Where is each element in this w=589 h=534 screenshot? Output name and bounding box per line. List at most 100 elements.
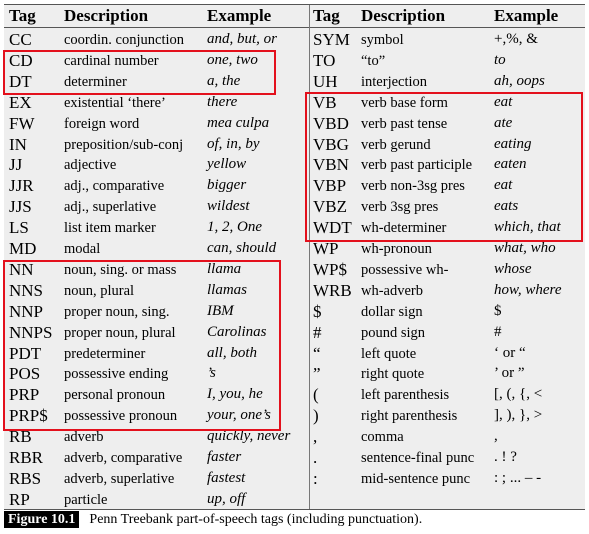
table-row: SYM symbol +,%, & (4, 29, 585, 50)
right-example-cell: ah, oops (494, 72, 545, 89)
table-row: # pound sign # (4, 322, 585, 343)
right-example-cell: $ (494, 302, 502, 319)
table-row: VBP verb non-3sg pres eat (4, 175, 585, 196)
table-row: ) right parenthesis ], ), }, > (4, 405, 585, 426)
right-description-cell: pound sign (361, 324, 426, 341)
right-description-cell: verb past tense (361, 115, 448, 132)
right-example-cell: what, who (494, 240, 556, 256)
table-row: VB verb base form eat (4, 92, 585, 113)
left-description-cell: particle (64, 491, 108, 508)
right-example-cell: eat (494, 93, 513, 110)
right-description-cell: verb gerund (361, 136, 431, 153)
right-description-cell: verb past participle (361, 157, 473, 174)
right-description-cell: comma (361, 429, 404, 446)
right-tag-cell: SYM (313, 30, 350, 49)
table-row: ( left parenthesis [, (, {, < (4, 384, 585, 405)
right-example-cell: which, that (494, 219, 561, 236)
right-tag-cell: $ (313, 301, 322, 321)
right-example-cell: to (494, 51, 506, 68)
table-row: VBZ verb 3sg pres eats (4, 196, 585, 217)
right-description-cell: sentence-final punc (361, 450, 475, 466)
right-tag-cell: VBG (313, 134, 349, 154)
right-tag-cell: . (313, 448, 318, 467)
table-row: VBG verb gerund eating (4, 134, 585, 155)
header-ex-right: Example (494, 6, 559, 25)
right-tag-cell: “ (313, 343, 321, 363)
right-description-cell: right quote (361, 366, 425, 383)
right-description-cell: symbol (361, 32, 404, 48)
right-tag-cell: # (313, 322, 322, 342)
right-example-cell: whose (494, 260, 532, 277)
table-header: Tag Description Example Tag Description … (4, 5, 585, 28)
right-tag-cell: TO (313, 50, 336, 70)
right-tag-cell: ” (313, 364, 321, 384)
right-tag-cell: ( (313, 385, 319, 405)
right-description-cell: mid-sentence punc (361, 470, 471, 487)
table-row: WP wh-pronoun what, who (4, 238, 585, 259)
right-tag-cell: VBN (313, 155, 349, 175)
right-example-cell: , (494, 428, 498, 445)
left-tag-cell: RP (9, 489, 30, 509)
right-tag-cell: WDT (313, 218, 352, 238)
right-description-cell: left quote (361, 345, 417, 362)
table-row: RP particle up, off (4, 489, 585, 510)
right-tag-cell: , (313, 427, 318, 447)
right-tag-cell: VBP (313, 176, 347, 196)
right-description-cell: “to” (361, 52, 386, 69)
right-description-cell: verb base form (361, 94, 448, 111)
table-row: : mid-sentence punc: ; ... – - (4, 468, 585, 489)
right-tag-cell: VBD (313, 113, 349, 133)
right-example-cell: ’ or ” (494, 365, 525, 382)
table-row: WDT wh-determiner which, that (4, 217, 585, 238)
right-description-cell: possessive wh- (361, 261, 449, 278)
right-description-cell: left parenthesis (361, 387, 450, 404)
right-example-cell: ], ), }, > (494, 407, 543, 424)
right-description-cell: wh-determiner (361, 220, 447, 237)
figure-caption: Figure 10.1 Penn Treebank part-of-speech … (4, 511, 422, 528)
table-row: $ dollar sign $ (4, 301, 585, 322)
right-tag-cell: WP$ (313, 259, 347, 279)
table-row: “ left quote ‘ or “ (4, 343, 585, 364)
figure-label: Figure 10.1 (4, 511, 80, 528)
right-tag-cell: WP (313, 239, 339, 258)
right-example-cell: eat (494, 177, 513, 194)
pos-tag-table: Tag Description Example Tag Description … (3, 4, 585, 510)
table-row: . sentence-final punc . ! ? (4, 447, 585, 468)
right-example-cell: eaten (494, 156, 527, 173)
right-example-cell: ‘ or “ (494, 344, 526, 361)
right-tag-cell: UH (313, 71, 338, 91)
right-tag-cell: ) (313, 406, 319, 426)
right-description-cell: verb 3sg pres (361, 199, 439, 216)
right-description-cell: wh-pronoun (361, 241, 432, 257)
right-example-cell: [, (, {, < (494, 386, 543, 403)
header-desc-right: Description (361, 6, 446, 25)
table-row: WP$ possessive wh-whose (4, 259, 585, 280)
table-row: TO “to” to (4, 50, 585, 71)
table-row: WRB wh-adverb how, where (4, 280, 585, 301)
left-example-cell: up, off (207, 490, 246, 507)
table-row: VBD verb past tense ate (4, 113, 585, 134)
right-example-cell: +,%, & (494, 31, 538, 47)
right-tag-cell: VB (313, 92, 337, 112)
header-ex-left: Example (207, 6, 272, 25)
table-row: , comma, (4, 426, 585, 447)
right-description-cell: wh-adverb (361, 282, 424, 299)
header-tag-left: Tag (9, 6, 36, 25)
right-example-cell: how, where (494, 281, 562, 298)
right-description-cell: dollar sign (361, 303, 423, 320)
table-row: UH interjection ah, oops (4, 71, 585, 92)
right-example-cell: : ; ... – - (494, 469, 542, 486)
right-example-cell: eats (494, 198, 519, 215)
table-row: ” right quote ’ or ” (4, 363, 585, 384)
right-description-cell: right parenthesis (361, 408, 458, 425)
header-desc-left: Description (64, 6, 149, 25)
right-description-cell: interjection (361, 73, 428, 90)
right-example-cell: . ! ? (494, 449, 517, 465)
right-description-cell: verb non-3sg pres (361, 178, 465, 195)
right-example-cell: eating (494, 135, 532, 152)
table-row: VBN verb past participle eaten (4, 154, 585, 175)
right-example-cell: ate (494, 114, 513, 131)
header-tag-right: Tag (313, 6, 340, 25)
right-example-cell: # (494, 323, 502, 340)
right-tag-cell: WRB (313, 280, 352, 300)
